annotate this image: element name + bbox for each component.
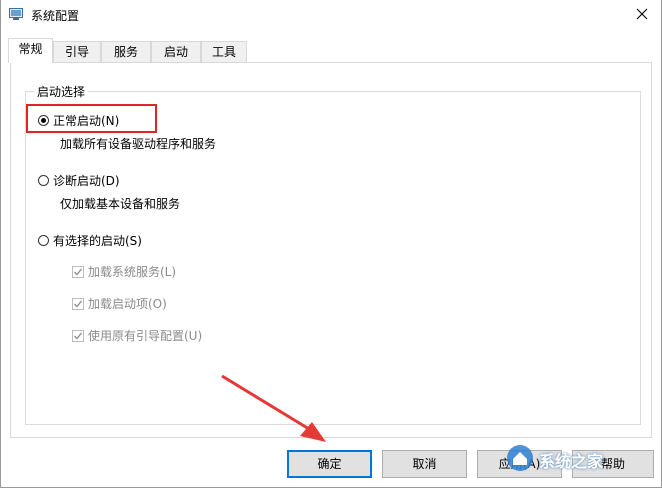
checkbox-indicator <box>72 329 84 342</box>
cancel-button[interactable]: 取消 <box>382 450 467 478</box>
check-icon <box>74 268 83 275</box>
window-title: 系统配置 <box>31 9 80 23</box>
check-icon <box>74 332 83 339</box>
checkbox-indicator <box>72 265 84 278</box>
apply-button[interactable]: 应用(A) <box>477 450 562 478</box>
tab-startup[interactable]: 启动 <box>151 41 201 62</box>
normal-startup-radio[interactable]: 正常启动(N) <box>38 112 119 129</box>
use-original-boot-config-label: 使用原有引导配置(U) <box>88 329 203 343</box>
system-config-icon <box>9 8 23 20</box>
normal-startup-desc: 加载所有设备驱动程序和服务 <box>60 137 217 151</box>
radio-indicator <box>38 235 49 246</box>
tab-general[interactable]: 常规 <box>8 38 53 63</box>
close-button[interactable] <box>623 0 661 30</box>
selective-startup-label: 有选择的启动(S) <box>53 234 142 248</box>
checkbox-indicator <box>72 297 84 310</box>
ok-button[interactable]: 确定 <box>287 450 372 478</box>
diagnostic-startup-label: 诊断启动(D) <box>53 174 120 188</box>
radio-indicator <box>38 175 49 186</box>
title-bar: 系统配置 <box>1 0 661 30</box>
check-icon <box>74 300 83 307</box>
diagnostic-startup-desc: 仅加载基本设备和服务 <box>60 197 181 211</box>
selective-startup-radio[interactable]: 有选择的启动(S) <box>38 232 142 249</box>
radio-indicator <box>38 115 49 126</box>
system-config-window: 系统配置 常规 引导 服务 启动 工具 启动选择 正常启动(N) 加载所有设备驱… <box>0 0 662 488</box>
tab-strip: 常规 引导 服务 启动 工具 <box>1 38 661 63</box>
help-button[interactable]: 帮助 <box>572 450 654 478</box>
normal-startup-label: 正常启动(N) <box>53 114 120 128</box>
load-system-services-label: 加载系统服务(L) <box>88 265 177 279</box>
tab-boot[interactable]: 引导 <box>53 41 101 62</box>
use-original-boot-config-checkbox[interactable]: 使用原有引导配置(U) <box>72 327 202 344</box>
load-startup-items-label: 加载启动项(O) <box>88 297 167 311</box>
group-title: 启动选择 <box>34 83 89 100</box>
close-icon <box>636 8 648 23</box>
tab-services[interactable]: 服务 <box>101 41 151 62</box>
load-system-services-checkbox[interactable]: 加载系统服务(L) <box>72 263 176 280</box>
tab-tools[interactable]: 工具 <box>201 41 247 62</box>
diagnostic-startup-radio[interactable]: 诊断启动(D) <box>38 172 120 189</box>
load-startup-items-checkbox[interactable]: 加载启动项(O) <box>72 295 167 312</box>
